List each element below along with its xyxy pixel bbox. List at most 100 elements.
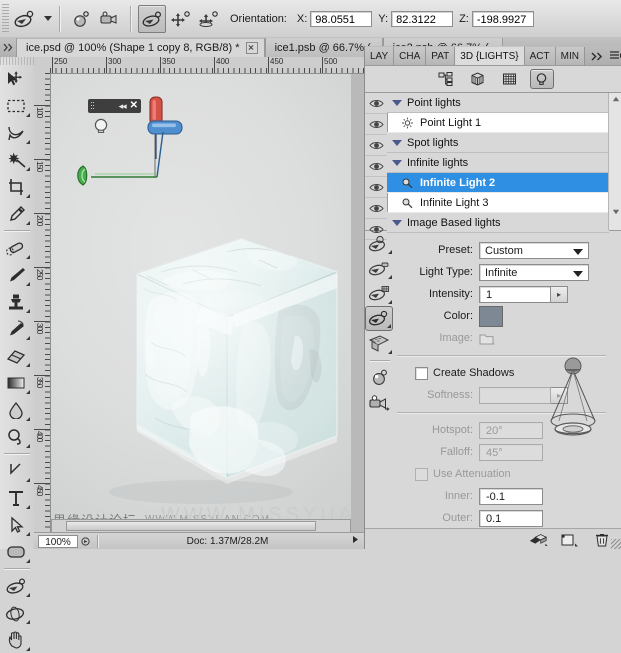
3d-rotate-camera-button[interactable]	[67, 5, 95, 33]
tab-paths[interactable]: PAT	[426, 47, 456, 65]
visibility-toggle[interactable]	[365, 198, 387, 219]
clone-stamp-tool[interactable]	[0, 288, 32, 315]
visibility-toggle[interactable]	[365, 177, 387, 198]
light-group-image-based-lights[interactable]: Image Based lights	[387, 213, 609, 233]
tab-bar-expand-icon[interactable]	[0, 38, 16, 57]
hand-tool[interactable]	[0, 626, 32, 653]
tool-flyout-icon[interactable]	[26, 332, 30, 340]
3d-rotate-object-button[interactable]	[138, 4, 166, 33]
options-bar-gripper[interactable]	[2, 4, 9, 33]
tool-flyout-icon[interactable]	[26, 474, 30, 482]
blur-tool[interactable]	[0, 396, 32, 423]
preset-select[interactable]: Custom	[479, 241, 589, 259]
add-point-light-icon[interactable]	[365, 365, 393, 390]
quick-selection-tool[interactable]	[0, 146, 32, 173]
document-tab-0[interactable]: ice.psd @ 100% (Shape 1 copy 8, RGB/8) *	[16, 38, 265, 57]
canvas-hscroll-thumb[interactable]	[66, 521, 316, 531]
tool-flyout-icon[interactable]	[26, 109, 30, 117]
visibility-toggle[interactable]	[365, 114, 387, 135]
3d-pan-object-button[interactable]	[166, 5, 194, 33]
scroll-down-arrow-icon[interactable]	[609, 206, 621, 218]
toggle-ground-plane-icon[interactable]	[528, 532, 548, 548]
light-group-infinite-lights[interactable]: Infinite lights	[387, 153, 609, 173]
move-to-current-view-icon[interactable]	[365, 331, 393, 356]
light-type-select[interactable]: Infinite	[479, 263, 589, 281]
tool-flyout-icon[interactable]	[388, 271, 392, 279]
light-item-infinite-light-3[interactable]: Infinite Light 3	[387, 193, 609, 213]
use-attenuation-checkbox[interactable]	[415, 467, 428, 481]
visibility-toggle[interactable]	[365, 135, 387, 156]
document-tab-0-close-icon[interactable]	[245, 42, 258, 54]
gradient-tool[interactable]	[0, 369, 32, 396]
softness-input[interactable]	[479, 386, 551, 404]
double-chevron-right-icon[interactable]	[585, 47, 610, 65]
3d-camera-button[interactable]	[95, 5, 123, 33]
color-swatch[interactable]	[479, 305, 503, 327]
tool-flyout-icon[interactable]	[26, 359, 30, 367]
panel-menu-icon[interactable]	[609, 47, 621, 65]
visibility-toggle[interactable]	[365, 93, 387, 114]
tool-flyout-icon[interactable]	[388, 246, 392, 254]
disclosure-triangle-icon[interactable]	[392, 139, 402, 146]
tool-preset-chevron-icon[interactable]	[44, 16, 52, 21]
zoom-level-input[interactable]: 100%	[38, 534, 78, 548]
tool-flyout-icon[interactable]	[26, 413, 30, 421]
intensity-slider-arrow-icon[interactable]: ▸	[551, 285, 568, 303]
light-list-scrollbar[interactable]	[608, 93, 621, 230]
disclosure-triangle-icon[interactable]	[392, 159, 402, 166]
orientation-z-input[interactable]: -198.9927	[471, 10, 534, 27]
tool-flyout-icon[interactable]	[26, 528, 30, 536]
light-group-spot-lights[interactable]: Spot lights	[387, 133, 609, 153]
tool-flyout-icon[interactable]	[26, 589, 30, 597]
orientation-x-input[interactable]: 98.0551	[310, 10, 373, 27]
tab-actions[interactable]: ACT	[524, 47, 556, 65]
tool-flyout-icon[interactable]	[26, 501, 30, 509]
spot-healing-brush-tool[interactable]	[0, 234, 32, 261]
lasso-tool[interactable]	[0, 119, 32, 146]
pan-light-icon[interactable]	[365, 256, 393, 281]
path-selection-tool[interactable]	[0, 511, 32, 538]
point-light-at-origin-icon[interactable]	[365, 306, 393, 331]
tool-flyout-icon[interactable]	[26, 136, 30, 144]
tool-flyout-icon[interactable]	[26, 163, 30, 171]
ruler-origin-corner[interactable]	[34, 57, 51, 74]
tool-flyout-icon[interactable]	[26, 386, 30, 394]
horizontal-type-tool[interactable]	[0, 484, 32, 511]
inner-input[interactable]: -0.1	[479, 487, 543, 505]
create-shadows-checkbox[interactable]	[415, 366, 428, 380]
tool-flyout-icon[interactable]	[26, 190, 30, 198]
filter-scene-icon[interactable]	[434, 69, 458, 89]
eraser-tool[interactable]	[0, 342, 32, 369]
filter-lights-icon[interactable]	[529, 69, 554, 89]
dodge-tool[interactable]	[0, 423, 32, 450]
light-item-point-light-1[interactable]: Point Light 1	[387, 113, 609, 133]
tool-flyout-icon[interactable]	[388, 346, 392, 354]
crop-tool[interactable]	[0, 173, 32, 200]
disclosure-triangle-icon[interactable]	[392, 219, 402, 226]
move-tool[interactable]	[0, 65, 32, 92]
filter-materials-icon[interactable]	[498, 69, 522, 89]
tool-flyout-icon[interactable]	[26, 305, 30, 313]
tool-flyout-icon[interactable]	[26, 278, 30, 286]
tool-flyout-icon[interactable]	[26, 643, 30, 651]
new-light-icon[interactable]	[560, 532, 580, 548]
delete-light-icon[interactable]	[592, 532, 612, 548]
hotspot-input[interactable]: 20°	[479, 421, 543, 439]
tool-flyout-icon[interactable]	[26, 555, 30, 563]
tool-flyout-icon[interactable]	[388, 296, 392, 304]
history-brush-tool[interactable]	[0, 315, 32, 342]
filter-meshes-icon[interactable]	[466, 69, 490, 89]
intensity-input[interactable]: 1	[479, 285, 551, 303]
3d-camera-rotate-tool[interactable]	[0, 599, 32, 626]
scroll-up-arrow-icon[interactable]	[609, 93, 621, 105]
tab-channels[interactable]: CHA	[394, 47, 427, 65]
falloff-input[interactable]: 45°	[479, 443, 543, 461]
panel-resize-grip[interactable]	[611, 539, 621, 549]
tool-flyout-icon[interactable]	[26, 440, 30, 448]
rectangular-marquee-tool[interactable]	[0, 92, 32, 119]
3d-slide-object-button[interactable]	[194, 5, 222, 33]
light-group-point-lights[interactable]: Point lights	[387, 93, 609, 113]
orientation-y-input[interactable]: 82.3122	[391, 10, 454, 27]
current-tool-well[interactable]	[9, 5, 41, 33]
tool-flyout-icon[interactable]	[387, 320, 391, 328]
